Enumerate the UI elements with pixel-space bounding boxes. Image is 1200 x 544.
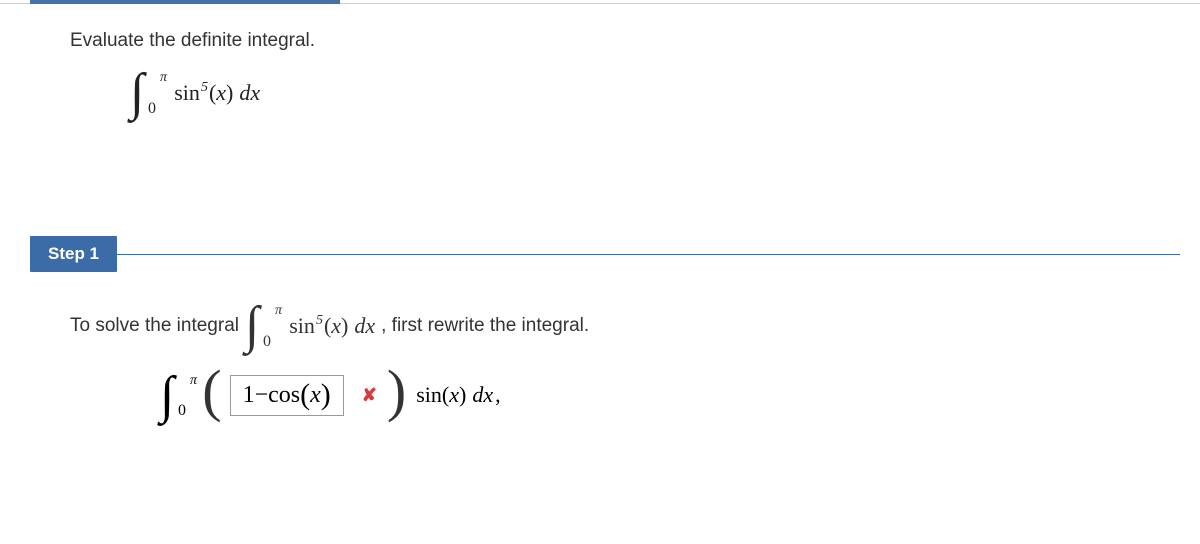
integral-lower-bound: 0: [148, 100, 156, 118]
inline-integral: ∫ π 0 sin5(x) dx: [245, 305, 375, 347]
step-badge: Step 1: [30, 236, 117, 272]
integral-upper-bound: π: [275, 303, 282, 319]
question-prompt: Evaluate the definite integral.: [70, 30, 1120, 52]
solution-sentence: To solve the integral ∫ π 0 sin5(x) dx ,…: [70, 305, 1120, 347]
answer-input-box[interactable]: 1 − cos(x): [230, 375, 344, 416]
incorrect-mark-icon: ✘: [362, 385, 377, 406]
rewrite-differential: dx: [472, 382, 493, 408]
differential: dx: [239, 80, 260, 106]
sin-term: sin(x): [416, 382, 466, 408]
inline-integrand: sin5(x): [289, 313, 348, 339]
inline-differential: dx: [354, 313, 375, 339]
step-divider-line: [117, 254, 1180, 255]
integral-lower-bound: 0: [178, 402, 186, 420]
progress-bar: [30, 0, 340, 4]
solution-trail: , first rewrite the integral.: [381, 315, 589, 337]
step-bar: Step 1: [30, 236, 1180, 272]
close-big-paren: ): [387, 374, 406, 409]
integral-symbol: ∫ π 0: [130, 72, 144, 114]
question-content: Evaluate the definite integral. ∫ π 0 si…: [70, 30, 1120, 154]
integral-upper-bound: π: [190, 373, 197, 389]
integral-upper-bound: π: [160, 70, 167, 86]
integral-symbol: ∫ π 0: [245, 305, 259, 347]
solution-content: To solve the integral ∫ π 0 sin5(x) dx ,…: [70, 305, 1120, 416]
solution-lead: To solve the integral: [70, 315, 239, 337]
open-big-paren: (: [202, 374, 221, 409]
integral-lower-bound: 0: [263, 333, 271, 351]
rewrite-expression: ∫ π 0 ( 1 − cos(x) ✘ ) sin(x) dx,: [160, 375, 1120, 417]
integral-expression: ∫ π 0 sin5(x) dx: [130, 72, 1120, 114]
integrand: sin5(x): [174, 80, 233, 106]
integral-symbol: ∫ π 0: [160, 375, 174, 417]
trailing-comma: ,: [495, 382, 501, 408]
